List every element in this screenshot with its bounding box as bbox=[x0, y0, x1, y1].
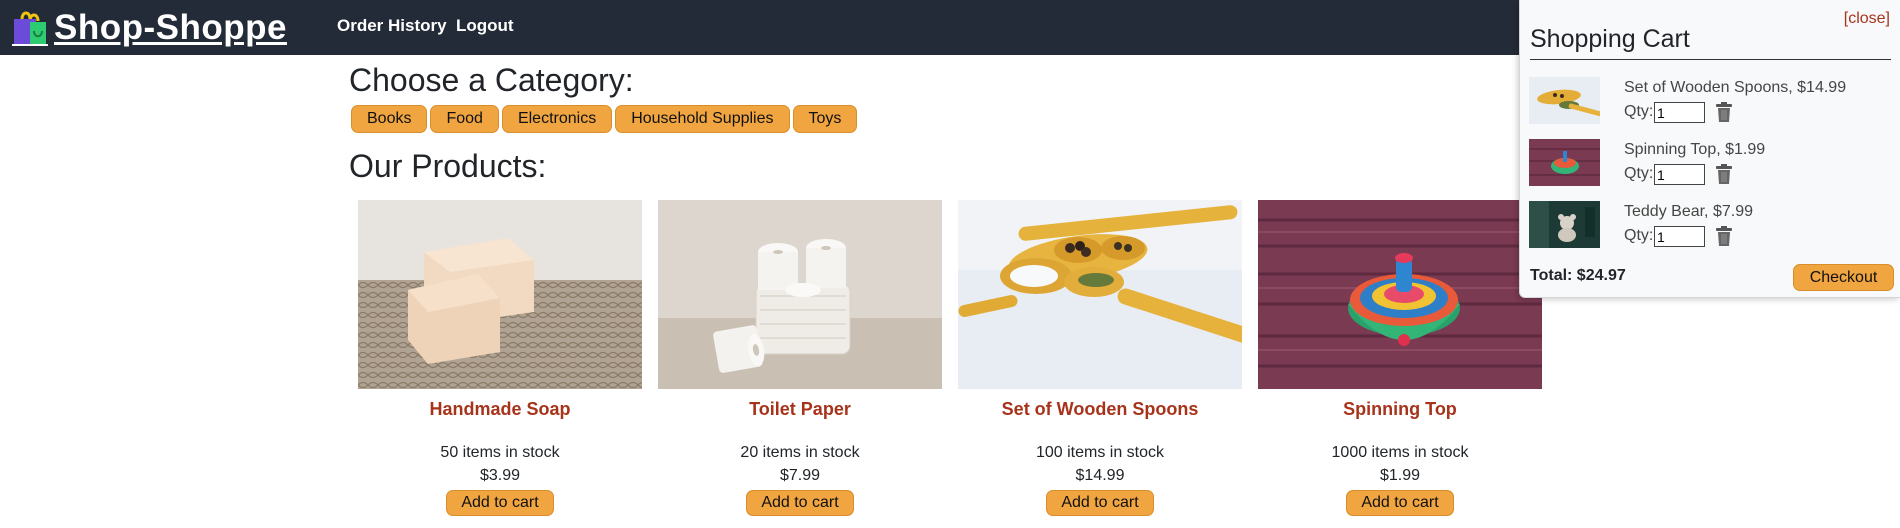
wooden-spoons-image[interactable] bbox=[958, 200, 1242, 389]
cart-qty-input[interactable] bbox=[1654, 164, 1705, 185]
cart-title: Shopping Cart bbox=[1530, 25, 1690, 53]
cart-qty-input[interactable] bbox=[1654, 102, 1705, 123]
trash-icon[interactable] bbox=[1715, 164, 1733, 185]
product-price: $3.99 bbox=[479, 467, 521, 484]
category-button-toys[interactable]: Toys bbox=[792, 105, 858, 133]
product-stock: 1000 items in stock bbox=[1331, 444, 1469, 461]
product-stock: 20 items in stock bbox=[740, 444, 860, 461]
cart-close-link[interactable]: [close] bbox=[1844, 10, 1890, 28]
cart-qty-label: Qty: bbox=[1624, 165, 1654, 182]
add-to-cart-button[interactable]: Add to cart bbox=[746, 490, 854, 516]
product-card: Handmade Soap 50 items in stock $3.99 Ad… bbox=[358, 200, 642, 516]
trash-icon[interactable] bbox=[1715, 102, 1733, 123]
product-card: Set of Wooden Spoons 100 items in stock … bbox=[958, 200, 1242, 516]
cart-qty-label: Qty: bbox=[1624, 103, 1654, 120]
add-to-cart-button[interactable]: Add to cart bbox=[1346, 490, 1454, 516]
add-to-cart-button[interactable]: Add to cart bbox=[1046, 490, 1154, 516]
cart-divider bbox=[1530, 59, 1891, 60]
category-button-household-supplies[interactable]: Household Supplies bbox=[615, 105, 790, 133]
cart-item-thumbnail bbox=[1529, 139, 1600, 186]
brand-link[interactable]: Shop-Shoppe bbox=[8, 5, 287, 51]
category-button-electronics[interactable]: Electronics bbox=[501, 105, 613, 133]
category-heading: Choose a Category: bbox=[349, 62, 634, 98]
cart-item-thumbnail bbox=[1529, 77, 1600, 124]
shopping-bag-icon bbox=[8, 7, 50, 49]
cart-item: Teddy Bear, $7.99 Qty: bbox=[1529, 201, 1889, 253]
cart-item-name: Set of Wooden Spoons, $14.99 bbox=[1624, 79, 1847, 96]
trash-icon[interactable] bbox=[1715, 226, 1733, 247]
cart-item: Spinning Top, $1.99 Qty: bbox=[1529, 139, 1889, 191]
category-button-books[interactable]: Books bbox=[351, 105, 428, 133]
product-name-link[interactable]: Handmade Soap bbox=[358, 399, 642, 420]
shopping-cart-panel: [close] Shopping Cart Set of Wooden Spoo… bbox=[1519, 0, 1900, 298]
cart-total: Total: $24.97 bbox=[1530, 267, 1626, 284]
product-stock: 50 items in stock bbox=[440, 444, 560, 461]
checkout-button[interactable]: Checkout bbox=[1793, 264, 1894, 291]
product-card: Spinning Top 1000 items in stock $1.99 A… bbox=[1258, 200, 1542, 516]
spinning-top-image[interactable] bbox=[1258, 200, 1542, 389]
cart-qty-input[interactable] bbox=[1654, 226, 1705, 247]
add-to-cart-button[interactable]: Add to cart bbox=[446, 490, 554, 516]
category-list: Books Food Electronics Household Supplie… bbox=[351, 105, 858, 133]
product-price: $7.99 bbox=[779, 467, 821, 484]
cart-item-name: Spinning Top, $1.99 bbox=[1624, 141, 1766, 158]
nav-order-history-link[interactable]: Order History bbox=[337, 16, 447, 36]
product-name-link[interactable]: Spinning Top bbox=[1258, 399, 1542, 420]
products-heading: Our Products: bbox=[349, 148, 547, 184]
product-card: Toilet Paper 20 items in stock $7.99 Add… bbox=[658, 200, 942, 516]
category-button-food[interactable]: Food bbox=[430, 105, 499, 133]
cart-qty-label: Qty: bbox=[1624, 227, 1654, 244]
product-stock: 100 items in stock bbox=[1035, 444, 1165, 461]
product-name-link[interactable]: Set of Wooden Spoons bbox=[958, 399, 1242, 420]
product-name-link[interactable]: Toilet Paper bbox=[658, 399, 942, 420]
cart-item: Set of Wooden Spoons, $14.99 Qty: bbox=[1529, 77, 1889, 129]
product-price: $1.99 bbox=[1379, 467, 1421, 484]
nav-logout-link[interactable]: Logout bbox=[456, 16, 514, 36]
toilet-paper-image[interactable] bbox=[658, 200, 942, 389]
product-price: $14.99 bbox=[1075, 467, 1125, 484]
cart-item-thumbnail bbox=[1529, 201, 1600, 248]
brand-name: Shop-Shoppe bbox=[54, 8, 287, 47]
cart-item-name: Teddy Bear, $7.99 bbox=[1624, 203, 1753, 220]
soap-image[interactable] bbox=[358, 200, 642, 389]
